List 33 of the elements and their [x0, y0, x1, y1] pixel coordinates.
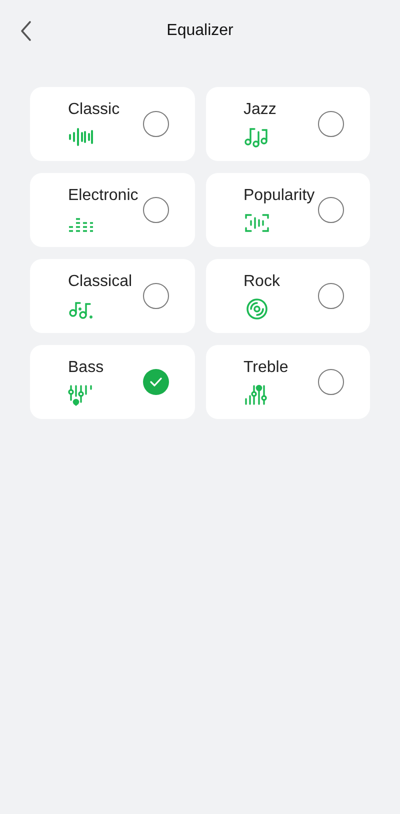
- sliders-icon: [68, 384, 94, 406]
- checked-radio[interactable]: [142, 369, 168, 395]
- preset-name: Treble: [244, 358, 290, 378]
- page-title: Equalizer: [166, 21, 234, 41]
- disc-icon: [244, 298, 270, 320]
- checkmark-icon: [150, 377, 162, 387]
- preset-name: Bass: [68, 358, 105, 378]
- preset-name: Electronic: [68, 186, 140, 206]
- preset-card[interactable]: Rock: [206, 259, 370, 333]
- radio-button[interactable]: [142, 197, 168, 223]
- framed-waveform-icon: [244, 212, 270, 234]
- preset-card[interactable]: Electronic: [30, 173, 194, 247]
- radio-button[interactable]: [142, 111, 168, 137]
- radio-button[interactable]: [318, 197, 344, 223]
- preset-name: Jazz: [244, 100, 278, 120]
- preset-name: Popularity: [244, 186, 316, 206]
- preset-card[interactable]: Treble: [206, 345, 370, 419]
- preset-card[interactable]: Classical: [30, 259, 194, 333]
- radio-button[interactable]: [142, 283, 168, 309]
- preset-name: Rock: [244, 272, 281, 292]
- radio-button[interactable]: [318, 283, 344, 309]
- preset-card[interactable]: Bass: [30, 345, 194, 419]
- waveform-icon: [68, 126, 94, 148]
- preset-card[interactable]: Jazz: [206, 87, 370, 161]
- preset-card[interactable]: Classic: [30, 87, 194, 161]
- preset-name: Classic: [68, 100, 121, 120]
- radio-button[interactable]: [318, 369, 344, 395]
- preset-name: Classical: [68, 272, 134, 292]
- radio-button[interactable]: [318, 111, 344, 137]
- preset-card[interactable]: Popularity: [206, 173, 370, 247]
- music-notes-icon: [244, 126, 270, 148]
- sliders-icon: [244, 384, 270, 406]
- back-icon: [20, 20, 32, 42]
